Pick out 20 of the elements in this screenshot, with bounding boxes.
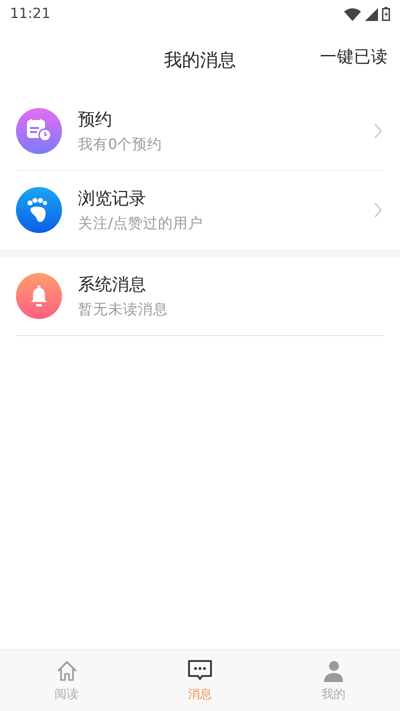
page-title: 我的消息 [164, 49, 236, 72]
person-icon [321, 658, 346, 682]
status-time: 11:21 [10, 6, 50, 22]
chat-icon [186, 658, 213, 682]
calendar-icon [26, 119, 52, 143]
item-subtitle: 暂无未读消息 [78, 300, 169, 318]
bell-icon [29, 285, 49, 307]
message-row[interactable]: 浏览记录 关注/点赞过的用户 [0, 171, 400, 249]
signal-icon [365, 8, 378, 20]
item-subtitle: 关注/点赞过的用户 [78, 214, 204, 232]
wifi-icon [344, 8, 361, 20]
battery-icon [382, 7, 390, 21]
item-title: 浏览记录 [78, 188, 147, 210]
item-title: 预约 [78, 108, 113, 130]
mark-all-read-button[interactable]: 一键已读 [320, 46, 388, 68]
item-title: 系统消息 [78, 274, 147, 296]
item-subtitle: 我有0个预约 [78, 136, 164, 154]
message-row[interactable]: 系统消息 暂无未读消息 [0, 257, 400, 336]
message-row[interactable]: 预约 我有0个预约 [0, 92, 400, 171]
home-icon [54, 658, 79, 682]
